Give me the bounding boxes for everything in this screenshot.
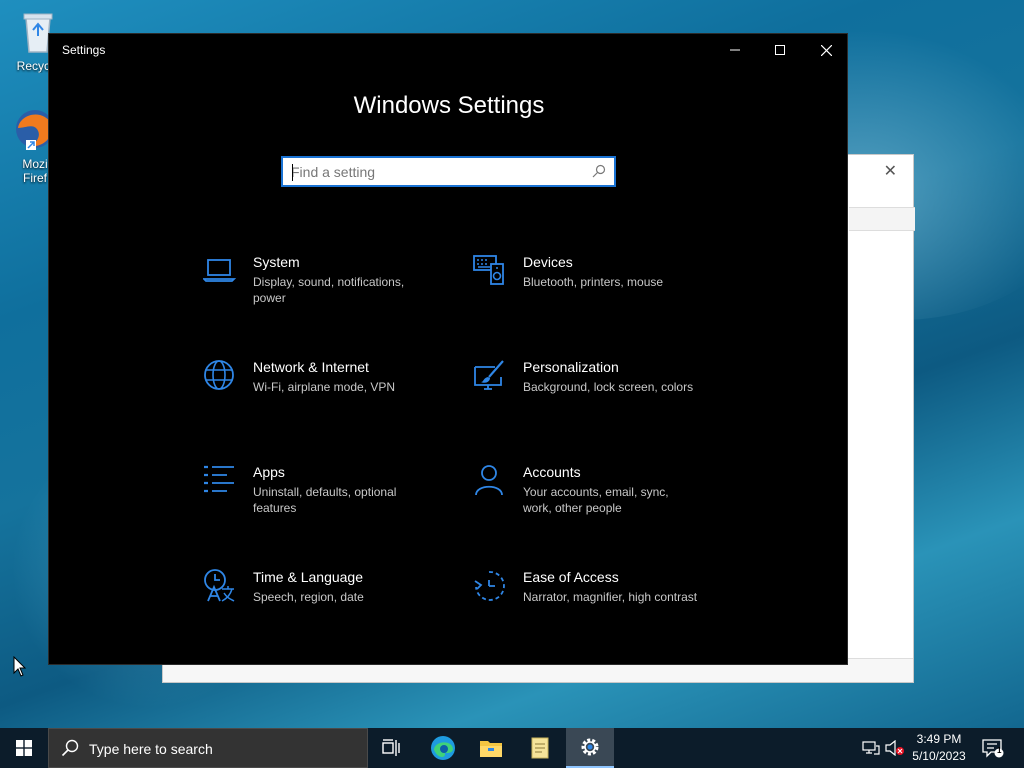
tile-apps[interactable]: Apps Uninstall, defaults, optional featu…	[203, 464, 443, 534]
taskbar-app-notepad[interactable]	[516, 728, 564, 768]
taskbar-app-edge[interactable]	[419, 728, 467, 768]
clock-date: 5/10/2023	[912, 749, 966, 763]
tile-name: Network & Internet	[253, 359, 369, 375]
tile-devices[interactable]: Devices Bluetooth, printers, mouse	[473, 254, 713, 324]
text-caret	[292, 164, 293, 181]
tile-name: Devices	[523, 254, 573, 270]
tile-description: Wi-Fi, airplane mode, VPN	[253, 380, 396, 394]
tile-description: Narrator, magnifier, high contrast	[523, 590, 698, 604]
file-explorer-icon	[480, 741, 502, 757]
person-icon	[475, 465, 503, 496]
settings-gear-icon	[581, 738, 599, 756]
tile-name: Time & Language	[253, 569, 363, 585]
taskbar: Type here to search 3:49 PM 5/10/2023 1	[0, 728, 1024, 768]
mouse-cursor-icon	[13, 656, 27, 677]
clock-time: 3:49 PM	[916, 732, 962, 746]
taskbar-search-box[interactable]: Type here to search	[48, 728, 368, 768]
taskbar-clock[interactable]: 3:49 PM 5/10/2023	[906, 731, 972, 765]
devices-icon	[473, 255, 504, 285]
tile-ease-of-access[interactable]: Ease of Access Narrator, magnifier, high…	[473, 569, 713, 639]
background-window-toolbar	[849, 207, 915, 231]
maximize-button[interactable]	[757, 34, 803, 66]
tile-description: Uninstall, defaults, optional features	[253, 485, 397, 515]
paintbrush-icon	[474, 360, 504, 390]
task-view-icon	[382, 739, 400, 756]
tile-personalization[interactable]: Personalization Background, lock screen,…	[473, 359, 713, 429]
notification-count-badge: 1	[997, 746, 1002, 755]
taskbar-app-file-explorer[interactable]	[467, 728, 515, 768]
search-icon[interactable]	[592, 164, 606, 178]
tile-name: Ease of Access	[523, 569, 619, 585]
tile-accounts[interactable]: Accounts Your accounts, email, sync, wor…	[473, 464, 713, 534]
edge-icon	[431, 736, 455, 760]
title-bar[interactable]: Settings	[49, 34, 847, 66]
tile-network-internet[interactable]: Network & Internet Wi-Fi, airplane mode,…	[203, 359, 443, 429]
notepad-icon	[531, 737, 549, 759]
globe-icon	[204, 360, 234, 390]
laptop-icon	[203, 259, 237, 282]
windows-logo-icon	[16, 740, 32, 756]
volume-muted-icon	[885, 740, 904, 756]
tile-name: Accounts	[523, 464, 581, 480]
tile-name: System	[253, 254, 300, 270]
ease-of-access-icon	[474, 571, 505, 601]
close-button[interactable]	[803, 34, 849, 66]
network-icon	[862, 741, 880, 755]
time-language-icon	[204, 569, 235, 602]
tile-time-language[interactable]: Time & Language Speech, region, date	[203, 569, 443, 639]
tile-description: Your accounts, email, sync, work, other …	[523, 485, 669, 515]
minimize-icon	[730, 49, 740, 51]
task-view-button[interactable]	[368, 728, 416, 768]
close-icon[interactable]: ✕	[884, 161, 897, 181]
taskbar-search-placeholder: Type here to search	[89, 741, 213, 757]
tile-system[interactable]: System Display, sound, notifications, po…	[203, 254, 443, 324]
search-icon	[61, 739, 79, 757]
page-title: Windows Settings	[353, 92, 545, 119]
tile-description: Background, lock screen, colors	[523, 380, 694, 394]
settings-window[interactable]: Settings Windows Settings System Display…	[48, 33, 848, 665]
tile-description: Bluetooth, printers, mouse	[523, 275, 664, 289]
taskbar-app-settings[interactable]	[566, 728, 614, 768]
maximize-icon	[775, 45, 785, 55]
start-button[interactable]	[0, 728, 48, 768]
tray-network[interactable]	[860, 728, 882, 768]
settings-search-input[interactable]	[291, 162, 581, 182]
settings-search-box[interactable]	[281, 156, 616, 187]
action-center-button[interactable]: 1	[978, 728, 1008, 768]
minimize-button[interactable]	[712, 34, 758, 66]
tile-description: Display, sound, notifications, power	[253, 275, 405, 305]
close-icon	[820, 44, 832, 56]
tray-volume[interactable]	[884, 728, 906, 768]
tile-description: Speech, region, date	[253, 590, 364, 604]
apps-list-icon	[204, 465, 234, 493]
tile-name: Apps	[253, 464, 285, 480]
tile-name: Personalization	[523, 359, 619, 375]
window-title: Settings	[62, 43, 106, 57]
